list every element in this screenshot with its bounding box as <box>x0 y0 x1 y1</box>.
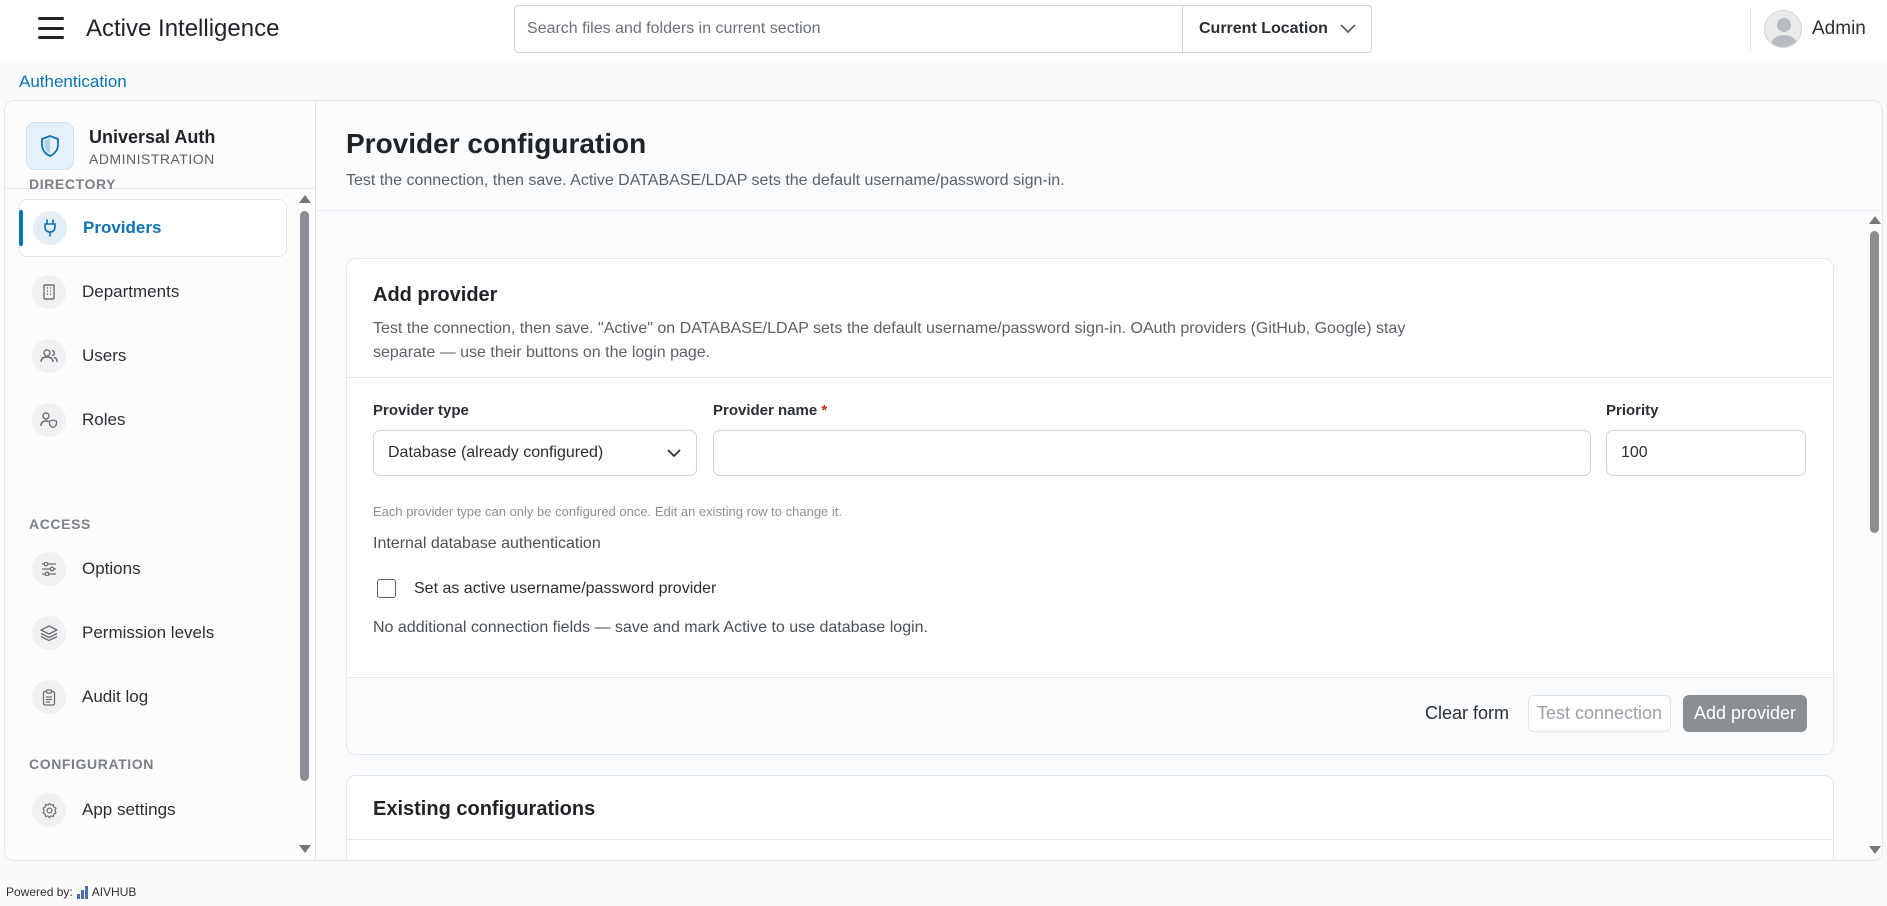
search-input[interactable] <box>515 6 1182 52</box>
user-shield-icon <box>32 403 66 437</box>
sidebar-item-providers[interactable]: Providers <box>19 199 287 257</box>
chevron-down-icon <box>667 449 681 458</box>
location-select[interactable]: Current Location <box>1182 6 1371 52</box>
sidebar-item-permission-levels[interactable]: Permission levels <box>19 604 287 662</box>
scroll-down-arrow-icon[interactable] <box>299 845 311 853</box>
sidebar-item-label: Roles <box>82 410 126 429</box>
add-provider-header: Add provider Test the connection, then s… <box>347 259 1833 378</box>
footer: Powered by: AIVHUB <box>6 885 136 899</box>
add-provider-description: Test the connection, then save. "Active"… <box>373 320 1406 361</box>
active-provider-label: Set as active username/password provider <box>414 579 717 597</box>
existing-configurations-title: Existing configurations <box>373 798 596 820</box>
sidebar-subtitle: ADMINISTRATION <box>89 151 215 167</box>
required-marker: * <box>821 402 828 419</box>
location-select-label: Current Location <box>1199 20 1328 37</box>
sidebar-item-audit-log[interactable]: Audit log <box>19 668 287 726</box>
add-provider-button[interactable]: Add provider <box>1683 695 1807 732</box>
building-icon <box>32 275 66 309</box>
sidebar-item-app-settings[interactable]: App settings <box>19 781 287 839</box>
avatar <box>1764 10 1802 48</box>
sidebar-title: Universal Auth <box>89 127 216 147</box>
scroll-down-arrow-icon[interactable] <box>1869 846 1881 854</box>
add-provider-title: Add provider <box>373 284 498 306</box>
sidebar-item-options[interactable]: Options <box>19 540 287 598</box>
provider-type-select[interactable]: Database (already configured) <box>373 430 697 476</box>
test-connection-button[interactable]: Test connection <box>1528 695 1671 732</box>
sidebar-item-label: Permission levels <box>82 623 215 642</box>
page-header: Provider configuration Test the connecti… <box>317 101 1882 211</box>
search-bar: Current Location <box>514 5 1372 53</box>
clipboard-icon <box>32 680 66 714</box>
sidebar-item-roles[interactable]: Roles <box>19 391 287 449</box>
sidebar-item-label: Departments <box>82 282 180 301</box>
scroll-thumb[interactable] <box>1870 231 1879 533</box>
user-menu[interactable]: Admin <box>1764 10 1866 48</box>
sliders-icon <box>32 552 66 586</box>
scroll-up-arrow-icon[interactable] <box>1869 216 1881 224</box>
shield-icon <box>26 122 74 170</box>
sidebar-item-users[interactable]: Users <box>19 327 287 385</box>
top-bar: Active Intelligence Current Location Adm… <box>0 0 1887 60</box>
menu-icon[interactable] <box>38 17 64 39</box>
sidebar-scrollbar[interactable] <box>297 195 311 855</box>
provider-type-description: Internal database authentication <box>373 535 601 552</box>
users-icon <box>32 339 66 373</box>
sidebar: Universal Auth ADMINISTRATION DIRECTORY … <box>5 101 316 860</box>
priority-label: Priority <box>1606 402 1659 419</box>
section-access: ACCESS <box>29 516 91 532</box>
chevron-down-icon <box>1340 24 1356 34</box>
add-provider-card: Add provider Test the connection, then s… <box>346 258 1834 755</box>
content-scrollbar[interactable] <box>1868 216 1882 856</box>
active-provider-toggle[interactable]: Set as active username/password provider <box>377 579 716 598</box>
header-divider <box>1750 8 1751 52</box>
no-fields-note: No additional connection fields — save a… <box>373 619 928 636</box>
aivhub-logo-icon <box>76 885 88 899</box>
app-title: Active Intelligence <box>86 15 280 42</box>
add-provider-footer: Clear form Test connection Add provider <box>347 677 1833 754</box>
sidebar-item-label: Users <box>82 346 127 365</box>
provider-type-value: Database (already configured) <box>388 444 604 461</box>
sidebar-item-label: Options <box>82 559 141 578</box>
main-frame: Universal Auth ADMINISTRATION DIRECTORY … <box>4 100 1883 861</box>
existing-configurations-header: Existing configurations <box>347 776 1833 840</box>
existing-configurations-card: Existing configurations <box>346 775 1834 860</box>
sidebar-item-label: App settings <box>82 800 176 819</box>
page-title: Provider configuration <box>346 128 647 159</box>
scroll-up-arrow-icon[interactable] <box>299 195 311 203</box>
active-provider-checkbox[interactable] <box>377 579 396 598</box>
page-description: Test the connection, then save. Active D… <box>346 172 1065 189</box>
gear-icon <box>32 793 66 827</box>
user-name: Admin <box>1812 18 1866 39</box>
section-directory: DIRECTORY <box>29 176 117 192</box>
sidebar-item-label: Providers <box>83 218 162 237</box>
clear-form-button[interactable]: Clear form <box>1417 695 1517 732</box>
plug-icon <box>33 211 67 245</box>
provider-type-hint: Each provider type can only be configure… <box>373 504 843 519</box>
provider-name-input[interactable] <box>713 430 1591 476</box>
footer-brand: AIVHUB <box>91 885 137 899</box>
provider-name-label-text: Provider name <box>713 402 818 419</box>
scroll-thumb[interactable] <box>300 211 309 781</box>
provider-name-label: Provider name * <box>713 402 827 419</box>
content-area: Provider configuration Test the connecti… <box>317 101 1882 860</box>
breadcrumb[interactable]: Authentication <box>19 72 127 92</box>
priority-input[interactable] <box>1606 430 1806 476</box>
layers-icon <box>32 616 66 650</box>
provider-type-label: Provider type <box>373 402 469 419</box>
section-configuration: CONFIGURATION <box>29 756 154 772</box>
sidebar-item-departments[interactable]: Departments <box>19 263 287 321</box>
powered-by-label: Powered by: <box>6 885 73 899</box>
sidebar-item-label: Audit log <box>82 687 149 706</box>
